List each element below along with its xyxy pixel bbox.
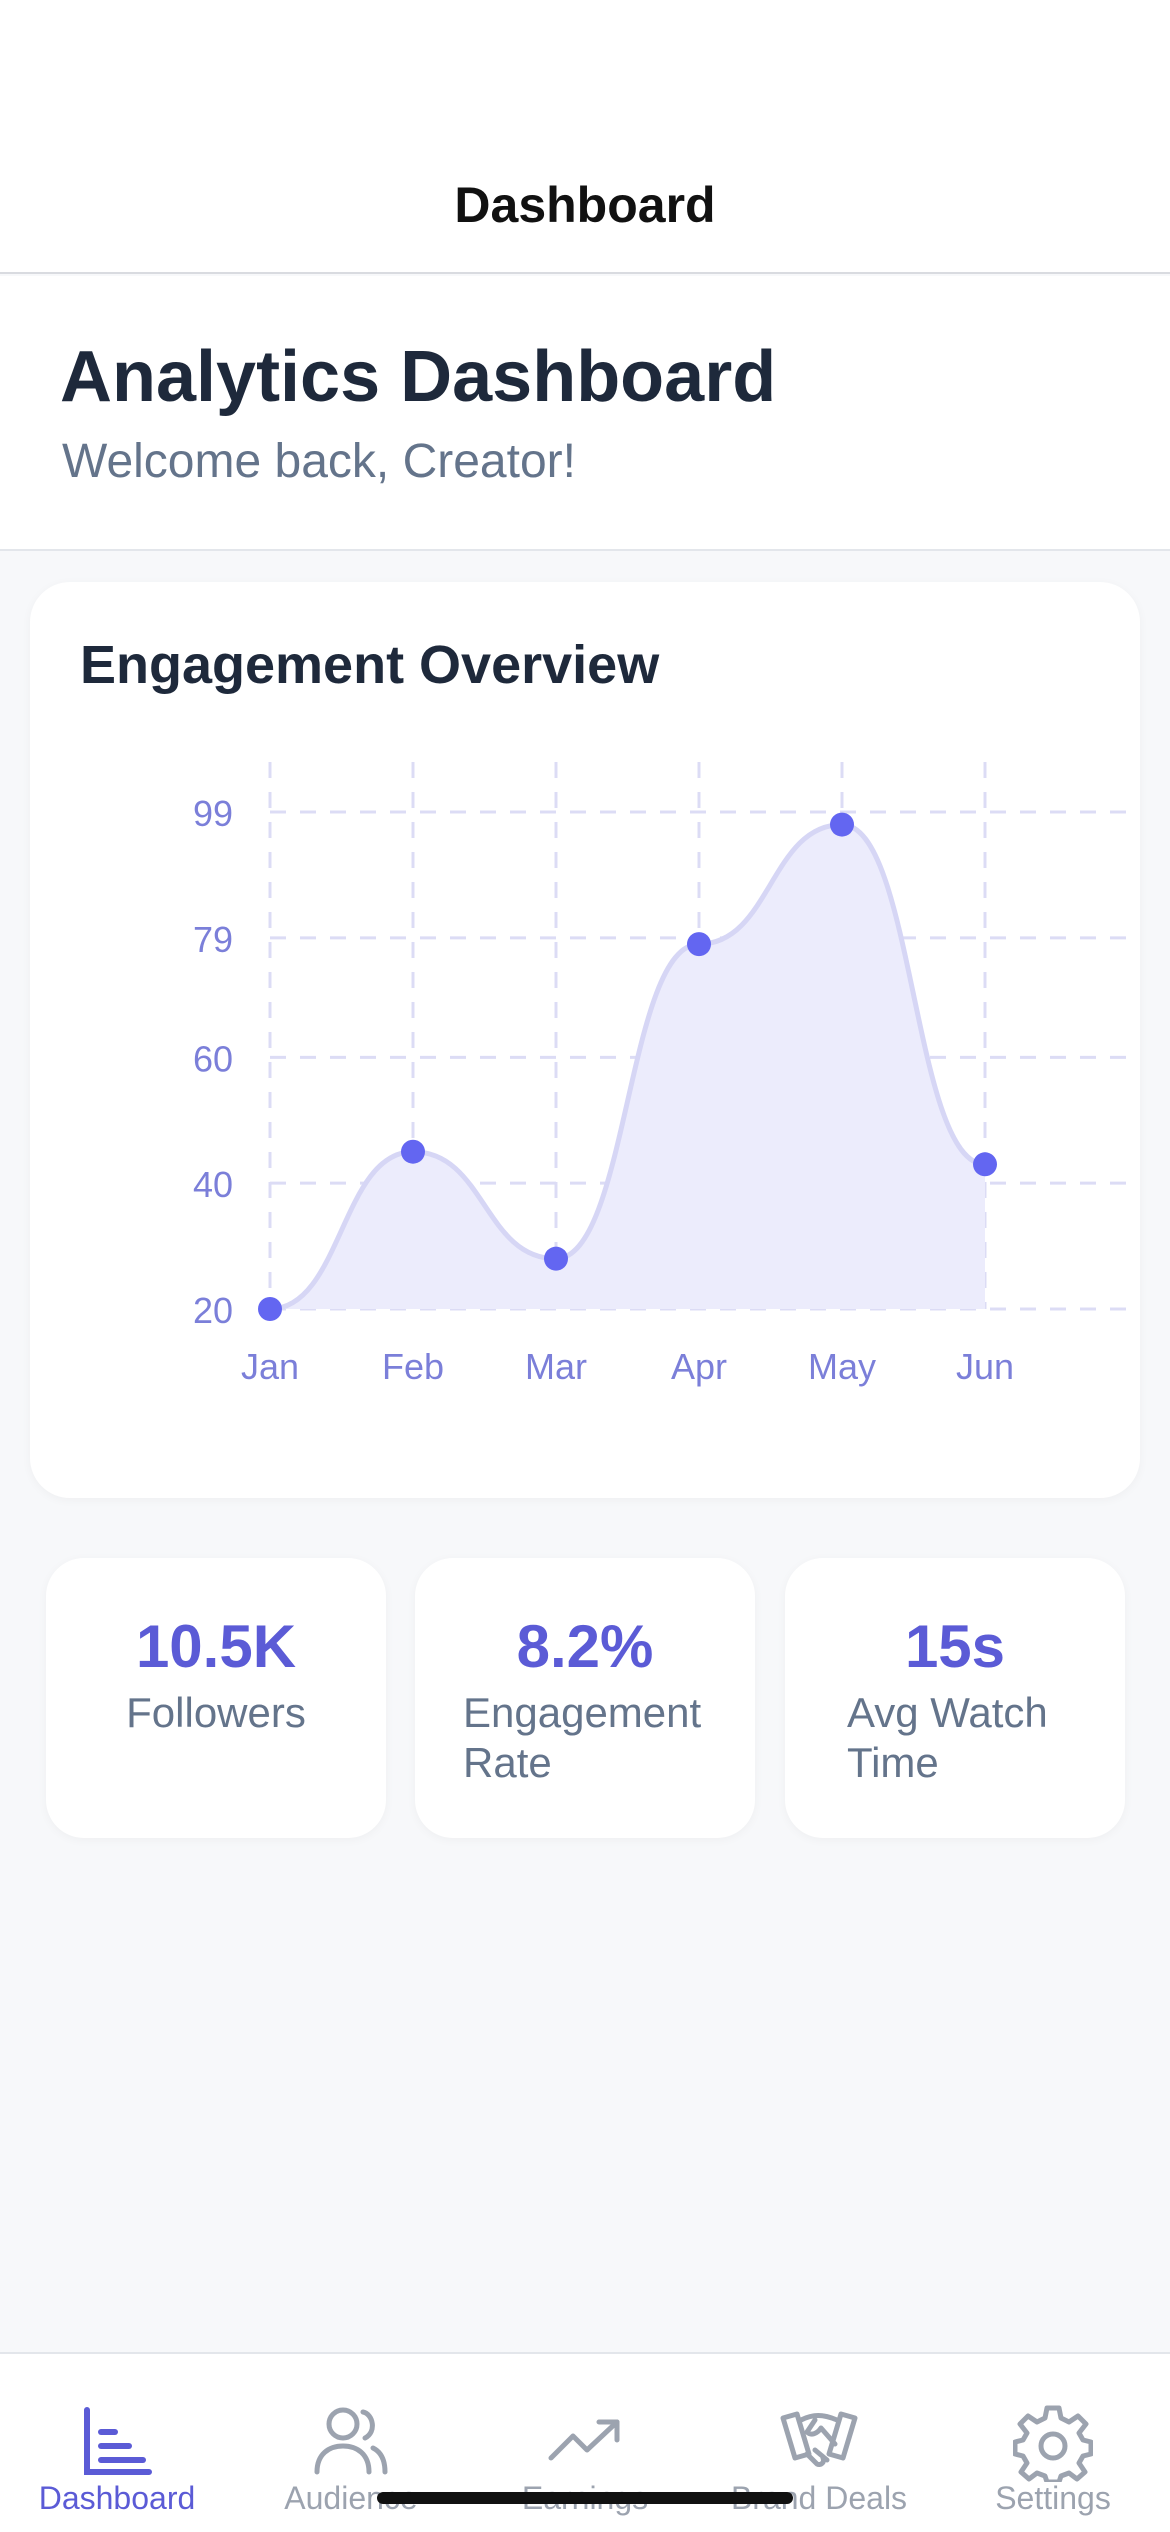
stat-card-followers: 10.5K Followers <box>46 1558 386 1838</box>
stat-value: 15s <box>904 1613 1006 1680</box>
x-tick-label: Feb <box>382 1346 444 1387</box>
stat-label: Avg Watch Time <box>847 1688 1048 1788</box>
users-icon <box>314 2407 388 2475</box>
area-fill <box>270 824 985 1309</box>
data-point <box>973 1152 997 1177</box>
stat-label-line: Engagement <box>463 1689 702 1736</box>
home-indicator <box>377 2492 793 2504</box>
stat-label: Followers <box>46 1688 386 1738</box>
data-point <box>401 1139 425 1164</box>
tab-audience[interactable]: Audience <box>234 2354 468 2532</box>
x-tick-label: Apr <box>671 1346 727 1387</box>
stat-value: 8.2% <box>516 1613 654 1680</box>
tab-dashboard[interactable]: Dashboard <box>0 2354 234 2532</box>
x-tick-label: Jan <box>241 1346 299 1387</box>
tab-brand-deals[interactable]: Brand Deals <box>702 2354 936 2532</box>
data-point <box>687 932 711 957</box>
page-title: Analytics Dashboard <box>60 337 777 417</box>
data-point <box>544 1246 568 1271</box>
y-tick-label: 99 <box>193 793 233 834</box>
navigation-header: Dashboard <box>0 0 1170 274</box>
stat-label-line: Rate <box>463 1739 552 1786</box>
trending-up-icon <box>548 2419 620 2461</box>
stat-value: 10.5K <box>135 1613 297 1680</box>
bar-chart-icon <box>84 2407 152 2475</box>
hero-section: Analytics Dashboard Welcome back, Creato… <box>0 276 1170 551</box>
welcome-subtitle: Welcome back, Creator! <box>62 435 576 488</box>
stat-card-avg-watch-time: 15s Avg Watch Time <box>785 1558 1125 1838</box>
stat-label-line: Time <box>847 1739 939 1786</box>
handshake-icon <box>780 2411 858 2467</box>
y-tick-label: 20 <box>193 1290 233 1331</box>
stat-card-engagement-rate: 8.2% Engagement Rate <box>415 1558 755 1838</box>
engagement-chart: 20 40 60 79 99 Jan Feb Mar Apr May Jun <box>193 762 1130 1387</box>
gear-icon <box>1013 2405 1093 2482</box>
y-tick-label: 40 <box>193 1164 233 1205</box>
data-point <box>830 812 854 837</box>
y-tick-label: 79 <box>193 919 233 960</box>
tab-bar: Dashboard Audience Earnings <box>0 2352 1170 2532</box>
engagement-chart-card: Engagement Overview 20 40 60 79 99 Jan Feb Mar A… <box>30 582 1140 1498</box>
stat-label-line: Avg Watch <box>847 1689 1048 1736</box>
nav-title: Dashboard <box>454 177 716 233</box>
tab-label: Settings <box>995 2480 1111 2516</box>
stat-label-line: Followers <box>126 1689 306 1736</box>
x-tick-label: Mar <box>525 1346 587 1387</box>
tab-settings[interactable]: Settings <box>936 2354 1170 2532</box>
tab-label: Dashboard <box>38 2480 196 2516</box>
data-point <box>258 1297 282 1321</box>
stat-label: Engagement Rate <box>463 1688 701 1788</box>
tab-earnings[interactable]: Earnings <box>468 2354 702 2532</box>
x-tick-label: Jun <box>956 1346 1014 1387</box>
x-tick-label: May <box>808 1346 876 1387</box>
y-tick-label: 60 <box>193 1038 233 1079</box>
